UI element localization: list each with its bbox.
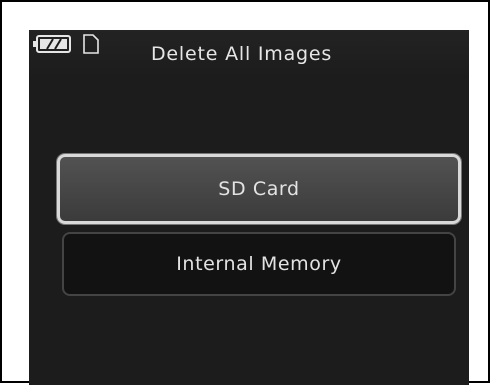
header-bar: Delete All Images [29, 30, 469, 78]
sd-card-icon [83, 34, 99, 54]
camera-screen: Delete All Images SD Card Internal Memor… [29, 30, 469, 385]
internal-memory-button[interactable]: Internal Memory [62, 232, 456, 296]
battery-icon [33, 35, 71, 53]
page-frame: Delete All Images SD Card Internal Memor… [0, 0, 490, 385]
internal-memory-label: Internal Memory [176, 253, 342, 275]
sd-card-button[interactable]: SD Card [57, 154, 461, 224]
screen-title: Delete All Images [151, 43, 333, 65]
sd-card-label: SD Card [218, 178, 300, 200]
